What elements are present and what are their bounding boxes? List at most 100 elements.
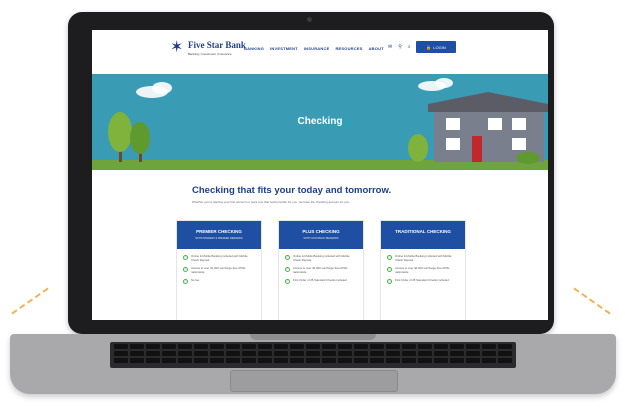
check-icon: ✓ <box>387 279 392 284</box>
key-row <box>114 351 512 356</box>
main-nav: BANKING INVESTMENT INSURANCE RESOURCES A… <box>244 46 384 51</box>
card-header: PLUS CHECKING WITH CASH BACK REWARDS <box>279 221 363 249</box>
key <box>434 344 448 349</box>
key <box>242 344 256 349</box>
section-intro: Whether you're starting your first accou… <box>192 200 350 204</box>
key <box>226 358 240 363</box>
keyboard <box>110 342 516 368</box>
product-card-traditional[interactable]: TRADITIONAL CHECKING ✓ Online & Mobile B… <box>380 220 466 320</box>
key-row <box>114 358 512 363</box>
key <box>338 344 352 349</box>
house-roof <box>428 92 548 112</box>
nav-item-investment[interactable]: INVESTMENT <box>270 46 298 51</box>
nav-item-about[interactable]: ABOUT <box>369 46 384 51</box>
lock-icon: 🔒 <box>426 44 432 50</box>
key <box>402 351 416 356</box>
key <box>114 351 128 356</box>
key <box>162 358 176 363</box>
key <box>274 351 288 356</box>
key <box>322 344 336 349</box>
key <box>242 358 256 363</box>
nav-icons: ✉ ⚲ ⌕ <box>388 44 411 50</box>
check-icon: ✓ <box>183 279 188 284</box>
key <box>114 358 128 363</box>
card-title: PREMIER CHECKING <box>196 229 242 234</box>
key <box>354 344 368 349</box>
key <box>146 351 160 356</box>
key <box>290 351 304 356</box>
key <box>258 344 272 349</box>
key <box>482 344 496 349</box>
key <box>498 351 512 356</box>
card-subtitle: WITH CASH BACK REWARDS <box>303 237 339 240</box>
house-door <box>472 136 482 162</box>
login-button[interactable]: 🔒 LOGIN <box>416 41 456 53</box>
key <box>130 358 144 363</box>
product-card-premier[interactable]: PREMIER CHECKING WITH INTEREST & PREMIER… <box>176 220 262 320</box>
key <box>402 358 416 363</box>
key <box>162 351 176 356</box>
bank-name[interactable]: Five Star Bank <box>188 40 246 50</box>
check-icon: ✓ <box>285 267 290 272</box>
key <box>386 351 400 356</box>
hero-title: Checking <box>297 116 343 127</box>
key <box>306 344 320 349</box>
key <box>162 344 176 349</box>
key <box>274 358 288 363</box>
location-icon[interactable]: ⚲ <box>398 44 402 50</box>
key <box>306 351 320 356</box>
nav-item-banking[interactable]: BANKING <box>244 46 264 51</box>
key <box>210 344 224 349</box>
laptop-base <box>10 334 616 394</box>
key <box>306 358 320 363</box>
trackpad[interactable] <box>230 370 398 392</box>
card-header: TRADITIONAL CHECKING <box>381 221 465 249</box>
key <box>418 351 432 356</box>
key <box>130 351 144 356</box>
key <box>450 351 464 356</box>
key <box>338 351 352 356</box>
laptop-screen: ✶ Five Star Bank Banking | Investment | … <box>92 30 548 320</box>
nav-item-insurance[interactable]: INSURANCE <box>304 46 330 51</box>
check-icon: ✓ <box>285 255 290 260</box>
key <box>354 351 368 356</box>
bank-tagline: Banking | Investment | Insurance <box>188 52 232 56</box>
key <box>402 344 416 349</box>
tree <box>408 134 428 162</box>
camera <box>307 17 312 22</box>
key <box>370 358 384 363</box>
key <box>386 358 400 363</box>
check-icon: ✓ <box>285 279 290 284</box>
key-row <box>114 344 512 349</box>
key <box>242 351 256 356</box>
hero-banner: Checking <box>92 74 548 170</box>
key <box>498 344 512 349</box>
key <box>130 344 144 349</box>
key <box>466 358 480 363</box>
house-window <box>512 138 526 150</box>
shrub <box>516 152 540 164</box>
card-header: PREMIER CHECKING WITH INTEREST & PREMIER… <box>177 221 261 249</box>
decorative-dash-right <box>573 287 611 315</box>
check-icon: ✓ <box>183 267 188 272</box>
bank-logo-icon[interactable]: ✶ <box>170 40 186 56</box>
section-headline: Checking that fits your today and tomorr… <box>192 185 392 196</box>
key <box>258 351 272 356</box>
cloud <box>152 82 172 94</box>
key <box>194 351 208 356</box>
house-window <box>446 138 460 150</box>
email-icon[interactable]: ✉ <box>388 44 392 50</box>
key <box>210 358 224 363</box>
key <box>338 358 352 363</box>
login-label: LOGIN <box>433 44 446 50</box>
check-icon: ✓ <box>183 255 188 260</box>
checking-content: Checking that fits your today and tomorr… <box>92 170 548 320</box>
key <box>178 344 192 349</box>
nav-item-resources[interactable]: RESOURCES <box>335 46 362 51</box>
search-icon[interactable]: ⌕ <box>408 44 411 50</box>
key <box>146 358 160 363</box>
key <box>466 344 480 349</box>
laptop-hinge <box>250 334 376 340</box>
cloud <box>435 78 453 88</box>
product-card-plus[interactable]: PLUS CHECKING WITH CASH BACK REWARDS ✓ O… <box>278 220 364 320</box>
